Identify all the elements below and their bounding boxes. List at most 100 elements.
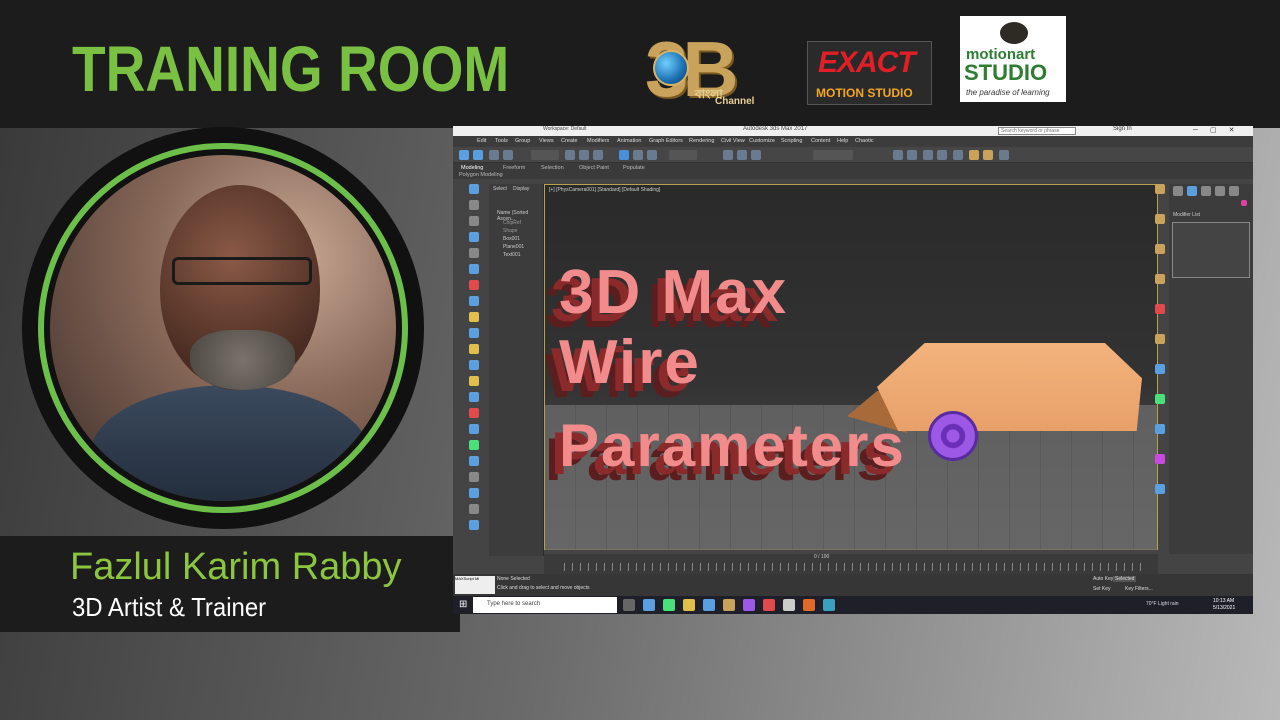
edge-icon[interactable] bbox=[643, 599, 655, 611]
chrome-icon[interactable] bbox=[783, 599, 795, 611]
maxscript-listener[interactable]: MAXScript Mi bbox=[455, 576, 495, 594]
hierarchy-tab-icon[interactable] bbox=[1201, 186, 1211, 196]
selection-filter[interactable] bbox=[531, 150, 559, 160]
move-icon[interactable] bbox=[619, 150, 629, 160]
camera-icon[interactable] bbox=[469, 392, 479, 402]
menu-content[interactable]: Content bbox=[811, 138, 830, 144]
illustrator-icon[interactable] bbox=[803, 599, 815, 611]
align-icon[interactable] bbox=[907, 150, 917, 160]
taskbar-clock[interactable]: 10:13 AM 5/13/2021 bbox=[1213, 598, 1235, 612]
track-bar[interactable] bbox=[564, 563, 1144, 571]
scale-icon[interactable] bbox=[647, 150, 657, 160]
menu-views[interactable]: Views bbox=[539, 138, 554, 144]
material-editor-icon[interactable] bbox=[953, 150, 963, 160]
rotate-icon[interactable] bbox=[633, 150, 643, 160]
utilities-icon[interactable] bbox=[469, 264, 479, 274]
percent-snap-icon[interactable] bbox=[751, 150, 761, 160]
motion-icon[interactable] bbox=[469, 232, 479, 242]
tool-icon-r7[interactable] bbox=[1155, 364, 1165, 374]
tool-icon-l[interactable] bbox=[469, 488, 479, 498]
key-filters-button[interactable]: Key Filters... bbox=[1125, 586, 1153, 592]
menu-group[interactable]: Group bbox=[515, 138, 530, 144]
menu-civil-view[interactable]: Civil View bbox=[721, 138, 745, 144]
layer-icon[interactable] bbox=[923, 150, 933, 160]
scene-item-box[interactable]: Box001 bbox=[503, 236, 520, 242]
tool-icon-j[interactable] bbox=[469, 456, 479, 466]
weather-status[interactable]: 70°F Light rain bbox=[1146, 601, 1179, 607]
search-input[interactable]: Search keyword or phrase bbox=[998, 127, 1076, 135]
modify-icon[interactable] bbox=[469, 200, 479, 210]
task-view-icon[interactable] bbox=[623, 599, 635, 611]
render-setup-icon[interactable] bbox=[969, 150, 979, 160]
tool-icon-f[interactable] bbox=[469, 360, 479, 370]
create-icon[interactable] bbox=[469, 184, 479, 194]
perspective-viewport[interactable]: [+] [PhysCamera001] [Standard] [Default … bbox=[544, 184, 1158, 550]
ribbon-tab-populate[interactable]: Populate bbox=[623, 165, 645, 171]
scene-item-shape[interactable]: Shape bbox=[503, 228, 517, 234]
time-slider[interactable]: 0 / 100 bbox=[544, 554, 1158, 574]
hierarchy-icon[interactable] bbox=[469, 216, 479, 226]
workspace-selector[interactable]: Workspace: Default bbox=[543, 126, 587, 132]
3dsmax-icon[interactable] bbox=[823, 599, 835, 611]
menu-modifiers[interactable]: Modifiers bbox=[587, 138, 609, 144]
tool-icon-r3[interactable] bbox=[1155, 244, 1165, 254]
modifier-stack[interactable] bbox=[1172, 222, 1250, 278]
tool-icon-h[interactable] bbox=[469, 424, 479, 434]
display-tab-icon[interactable] bbox=[1229, 186, 1239, 196]
file-explorer-icon[interactable] bbox=[683, 599, 695, 611]
tool-icon-r10[interactable] bbox=[1155, 454, 1165, 464]
tool-icon-r5[interactable] bbox=[1155, 304, 1165, 314]
tool-icon-g[interactable] bbox=[469, 408, 479, 418]
render-icon[interactable] bbox=[983, 150, 993, 160]
menu-scripting[interactable]: Scripting bbox=[781, 138, 802, 144]
display-icon[interactable] bbox=[469, 248, 479, 258]
auto-key-button[interactable]: Auto Key bbox=[1093, 576, 1113, 582]
menu-create[interactable]: Create bbox=[561, 138, 578, 144]
menu-edit[interactable]: Edit bbox=[477, 138, 486, 144]
tool-icon-n[interactable] bbox=[469, 520, 479, 530]
color-swatch[interactable] bbox=[1241, 200, 1247, 206]
menu-chaotic[interactable]: Chaotic bbox=[855, 138, 874, 144]
render-frame-icon[interactable] bbox=[999, 150, 1009, 160]
redo-icon[interactable] bbox=[473, 150, 483, 160]
app-icon-c[interactable] bbox=[763, 599, 775, 611]
ribbon-tab-modeling[interactable]: Modeling bbox=[461, 165, 483, 171]
selected-dropdown[interactable]: Selected bbox=[1113, 576, 1137, 582]
light-icon[interactable] bbox=[469, 376, 479, 386]
menu-tools[interactable]: Tools bbox=[495, 138, 508, 144]
menu-rendering[interactable]: Rendering bbox=[689, 138, 714, 144]
select-icon[interactable] bbox=[565, 150, 575, 160]
viewport-label[interactable]: [+] [PhysCamera001] [Standard] [Default … bbox=[549, 187, 660, 193]
tool-icon-e[interactable] bbox=[469, 344, 479, 354]
app-icon-a[interactable] bbox=[663, 599, 675, 611]
app-icon-b[interactable] bbox=[723, 599, 735, 611]
tool-icon-a[interactable] bbox=[469, 280, 479, 290]
tool-icon-m[interactable] bbox=[469, 504, 479, 514]
tool-icon-r1[interactable] bbox=[1155, 184, 1165, 194]
tool-icon-r2[interactable] bbox=[1155, 214, 1165, 224]
menu-graph-editors[interactable]: Graph Editors bbox=[649, 138, 683, 144]
select-by-name-icon[interactable] bbox=[579, 150, 589, 160]
ribbon-tab-selection[interactable]: Selection bbox=[541, 165, 564, 171]
sign-in-button[interactable]: Sign In bbox=[1113, 126, 1132, 132]
menu-customize[interactable]: Customize bbox=[749, 138, 775, 144]
motion-tab-icon[interactable] bbox=[1215, 186, 1225, 196]
taskbar-search[interactable]: Type here to search bbox=[473, 597, 617, 613]
angle-snap-icon[interactable] bbox=[737, 150, 747, 160]
scene-item-text[interactable]: Text001 bbox=[503, 252, 521, 258]
tool-icon-r6[interactable] bbox=[1155, 334, 1165, 344]
scene-item-chipref[interactable]: ChipRef bbox=[503, 220, 521, 226]
create-tab-icon[interactable] bbox=[1173, 186, 1183, 196]
link-icon[interactable] bbox=[489, 150, 499, 160]
tool-icon-b[interactable] bbox=[469, 296, 479, 306]
store-icon[interactable] bbox=[703, 599, 715, 611]
tool-icon-r4[interactable] bbox=[1155, 274, 1165, 284]
tool-icon-r9[interactable] bbox=[1155, 424, 1165, 434]
scene-tab-display[interactable]: Display bbox=[513, 186, 529, 192]
unlink-icon[interactable] bbox=[503, 150, 513, 160]
tool-icon-d[interactable] bbox=[469, 328, 479, 338]
tool-icon-r11[interactable] bbox=[1155, 484, 1165, 494]
frame-counter[interactable]: 0 / 100 bbox=[814, 554, 829, 560]
menu-animation[interactable]: Animation bbox=[617, 138, 641, 144]
ribbon-tab-object-paint[interactable]: Object Paint bbox=[579, 165, 609, 171]
